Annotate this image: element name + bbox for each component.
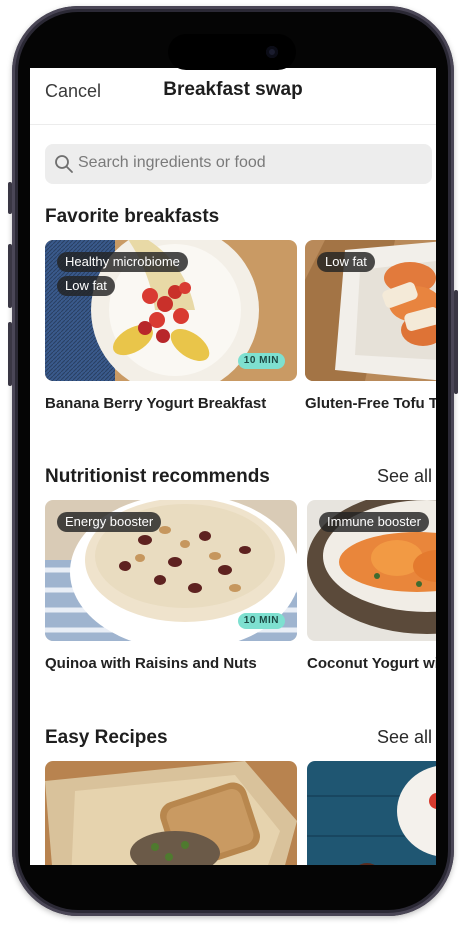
recipe-image (45, 761, 297, 865)
power-button (454, 290, 458, 394)
dynamic-island (168, 34, 296, 70)
recipe-name: Coconut Yogurt with Orange (307, 655, 436, 672)
recipe-card-coconut-yogurt[interactable]: Immune booster Coconut Yogurt with Orang… (307, 500, 436, 675)
tag-badge: Low fat (317, 252, 375, 272)
see-all-link[interactable]: See all (377, 727, 432, 748)
volume-up-button (8, 244, 12, 308)
section-title-nutritionist-recommends: Nutritionist recommends (45, 466, 270, 487)
time-badge: 10 MIN (237, 353, 285, 369)
section-title-favorite-breakfasts: Favorite breakfasts (45, 206, 220, 227)
recipe-image: Healthy microbiome Low fat 10 MIN (45, 240, 297, 381)
tag-badge: Low fat (57, 276, 115, 296)
recipe-card-banana-berry[interactable]: Healthy microbiome Low fat 10 MIN Banana… (45, 240, 297, 415)
see-all-link[interactable]: See all (377, 466, 432, 487)
tag-badge: Healthy microbiome (57, 252, 188, 272)
tag-badge: Energy booster (57, 512, 162, 532)
recipe-image (307, 761, 436, 865)
recipe-card-easy-2[interactable] (307, 761, 436, 865)
nav-bar: Cancel Breakfast swap (30, 68, 436, 125)
recipe-image: Energy booster 10 MIN (45, 500, 297, 641)
recipe-name: Banana Berry Yogurt Breakfast (45, 395, 267, 412)
search-icon (55, 155, 73, 173)
search-placeholder: Search ingredients or food (78, 154, 266, 171)
time-badge: 10 MIN (237, 613, 285, 629)
camera-icon (266, 46, 278, 58)
app-screen: Cancel Breakfast swap Search ingredients… (30, 68, 436, 865)
recipe-card-quinoa[interactable]: Energy booster 10 MIN Quinoa with Raisin… (45, 500, 297, 675)
recipe-name: Quinoa with Raisins and Nuts (45, 655, 257, 672)
recipe-card-easy-1[interactable] (45, 761, 297, 865)
recipe-image: Immune booster (307, 500, 436, 641)
recipe-image: Low fat (305, 240, 436, 381)
silent-switch (8, 182, 12, 214)
recipe-card-tofu-toast[interactable]: Low fat Gluten-Free Tofu Toast (305, 240, 436, 415)
tag-badge: Immune booster (319, 512, 429, 532)
recipe-name: Gluten-Free Tofu Toast (305, 395, 436, 412)
section-title-easy-recipes: Easy Recipes (45, 727, 168, 748)
search-input[interactable]: Search ingredients or food (45, 144, 432, 184)
page-title: Breakfast swap (163, 79, 303, 100)
volume-down-button (8, 322, 12, 386)
